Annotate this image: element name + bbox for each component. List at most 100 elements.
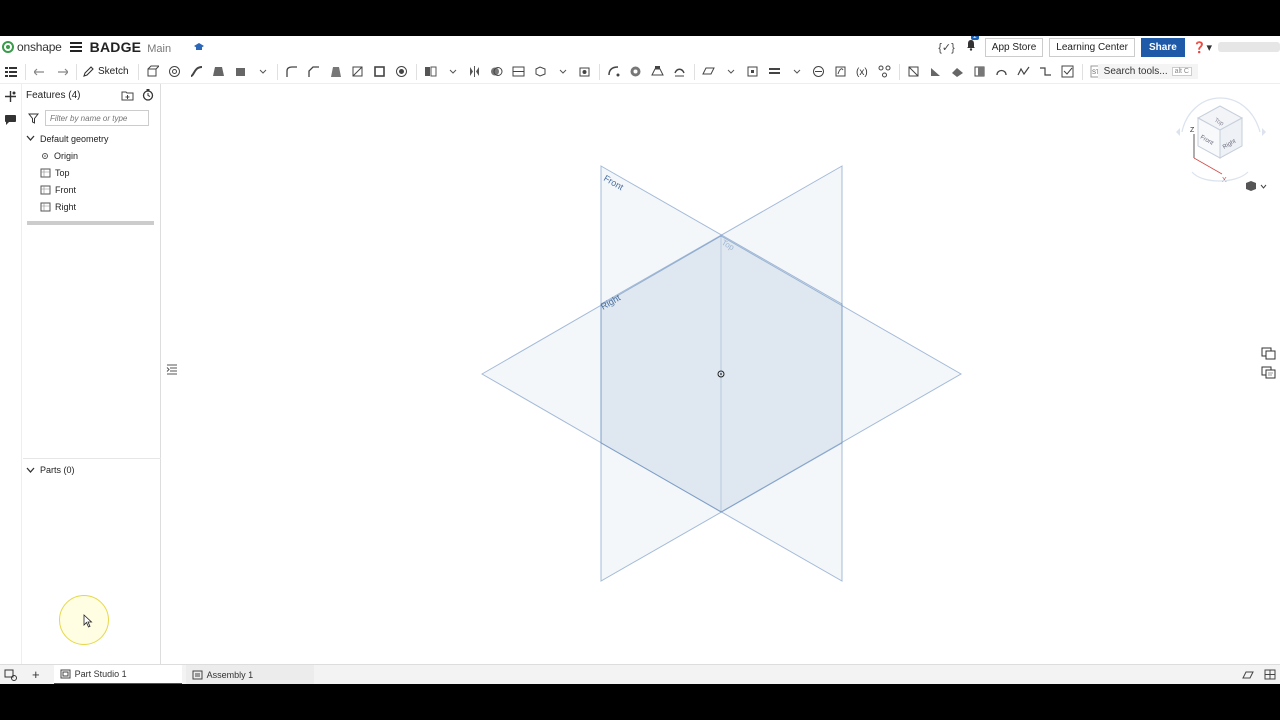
rollback-timer-icon[interactable] xyxy=(142,89,154,101)
document-branch[interactable]: Main xyxy=(147,43,171,55)
loft-icon[interactable] xyxy=(212,65,226,79)
search-shortcut-key: alt C xyxy=(1171,67,1192,76)
plane-icon xyxy=(40,202,51,211)
dropdown-chevron-icon[interactable] xyxy=(446,65,460,79)
extend-icon[interactable] xyxy=(973,65,987,79)
feature-label: Front xyxy=(55,184,77,195)
notifications-bell-icon[interactable]: 1 xyxy=(965,36,979,56)
logo-text: onshape xyxy=(17,40,62,54)
top-bar: onshape BADGE Main {✓} 1 App Store Learn… xyxy=(0,36,1280,58)
view-options-dropdown[interactable] xyxy=(1244,180,1268,192)
check-icon[interactable] xyxy=(1061,65,1075,79)
revolve-icon[interactable] xyxy=(168,65,182,79)
sheet-metal-icon[interactable] xyxy=(768,65,782,79)
hamburger-menu-icon[interactable] xyxy=(69,42,82,52)
sweep-icon[interactable] xyxy=(190,65,204,79)
parts-section: Parts (0) xyxy=(23,458,161,479)
rib-icon[interactable] xyxy=(351,65,365,79)
onshape-logo[interactable]: onshape xyxy=(2,40,62,54)
user-avatar[interactable] xyxy=(1218,42,1280,52)
surface-icon[interactable] xyxy=(929,65,943,79)
bridging-curve-icon[interactable] xyxy=(1039,65,1053,79)
default-geometry-label: Default geometry xyxy=(40,133,109,144)
draft-icon[interactable] xyxy=(329,65,343,79)
document-title[interactable]: BADGE xyxy=(90,39,142,55)
graphics-viewport[interactable]: Front Top Right Top Front Right Z X xyxy=(59,84,1280,664)
configurations-icon[interactable] xyxy=(1260,365,1276,379)
tab-manager-icon[interactable] xyxy=(4,669,18,681)
offset-surface-icon[interactable] xyxy=(629,65,643,79)
frame-icon[interactable] xyxy=(878,65,892,79)
dropdown-chevron-icon[interactable] xyxy=(790,65,804,79)
delete-part-icon[interactable] xyxy=(578,65,592,79)
chevron-down-icon[interactable] xyxy=(26,467,35,474)
default-planes: Front Top Right xyxy=(481,165,963,582)
feature-item-origin[interactable]: Origin xyxy=(23,147,160,164)
extrude-icon[interactable] xyxy=(146,65,160,79)
dropdown-chevron-icon[interactable] xyxy=(724,65,738,79)
linear-pattern-icon[interactable] xyxy=(424,65,438,79)
undo-icon[interactable] xyxy=(33,65,47,79)
hole-icon[interactable] xyxy=(395,65,409,79)
tab-label: Assembly 1 xyxy=(206,669,254,680)
move-face-icon[interactable] xyxy=(673,65,687,79)
default-geometry-group[interactable]: Default geometry xyxy=(23,130,160,147)
section-view-icon[interactable] xyxy=(907,65,921,79)
shell-icon[interactable] xyxy=(373,65,387,79)
feature-tree-icon[interactable] xyxy=(4,90,17,103)
comment-icon[interactable] xyxy=(4,114,17,126)
app-store-button[interactable]: App Store xyxy=(984,37,1044,57)
tab-assembly-1[interactable]: Assembly 1 xyxy=(185,664,314,684)
mouse-cursor-icon xyxy=(83,614,93,628)
boolean-icon[interactable] xyxy=(490,65,504,79)
parts-title: Parts (0) xyxy=(40,465,75,475)
left-rail xyxy=(0,84,22,664)
grid-icon[interactable] xyxy=(1264,669,1276,680)
mate-connector-icon[interactable] xyxy=(746,65,760,79)
search-tools-input[interactable]: Search tools... alt C xyxy=(1097,64,1198,79)
part-studio-icon xyxy=(60,669,71,678)
graduation-cap-icon[interactable] xyxy=(193,42,205,52)
parts-header[interactable]: Parts (0) xyxy=(23,461,161,479)
feature-list-icon[interactable] xyxy=(4,65,18,79)
modify-fillet-icon[interactable] xyxy=(607,65,621,79)
chamfer-icon[interactable] xyxy=(307,65,321,79)
replace-face-icon[interactable] xyxy=(651,65,665,79)
route-curve-icon[interactable] xyxy=(1017,65,1031,79)
rollback-bar[interactable] xyxy=(27,221,154,225)
feature-label: Origin xyxy=(54,150,79,161)
filter-icon[interactable] xyxy=(28,113,39,124)
features-title: Features (4) xyxy=(26,89,81,101)
assembly-icon xyxy=(192,670,203,679)
display-states-icon[interactable] xyxy=(1242,669,1254,680)
redo-icon[interactable] xyxy=(55,65,69,79)
fill-icon[interactable] xyxy=(951,65,965,79)
feature-item-front[interactable]: Front xyxy=(23,181,160,198)
helix-icon[interactable] xyxy=(812,65,826,79)
fillet-icon[interactable] xyxy=(285,65,299,79)
learning-center-button[interactable]: Learning Center xyxy=(1049,37,1135,57)
dropdown-chevron-icon[interactable] xyxy=(556,65,570,79)
chevron-down-icon[interactable] xyxy=(26,135,35,142)
named-views-icon[interactable] xyxy=(1260,346,1276,360)
help-icon[interactable]: ❓▾ xyxy=(1193,41,1212,54)
wrap-icon[interactable] xyxy=(995,65,1009,79)
add-tab-icon[interactable]: + xyxy=(32,667,40,682)
feature-filter-input[interactable] xyxy=(45,110,149,126)
tab-part-studio-1[interactable]: Part Studio 1 xyxy=(53,664,182,684)
new-folder-icon[interactable] xyxy=(121,90,134,101)
share-button[interactable]: Share xyxy=(1140,37,1185,57)
curve-icon[interactable] xyxy=(834,65,848,79)
feature-item-top[interactable]: Top xyxy=(23,164,160,181)
transform-icon[interactable] xyxy=(534,65,548,79)
view-cube[interactable]: Top Front Right Z X xyxy=(1172,92,1270,192)
sketch-button[interactable]: Sketch xyxy=(82,65,129,78)
mirror-icon[interactable] xyxy=(468,65,482,79)
variable-icon[interactable]: (x) xyxy=(856,65,870,79)
plane-icon[interactable] xyxy=(702,65,716,79)
dropdown-chevron-icon[interactable] xyxy=(256,65,270,79)
thicken-icon[interactable] xyxy=(234,65,248,79)
feature-item-right[interactable]: Right xyxy=(23,198,160,215)
code-braces-icon[interactable]: {✓} xyxy=(938,41,955,54)
split-icon[interactable] xyxy=(512,65,526,79)
